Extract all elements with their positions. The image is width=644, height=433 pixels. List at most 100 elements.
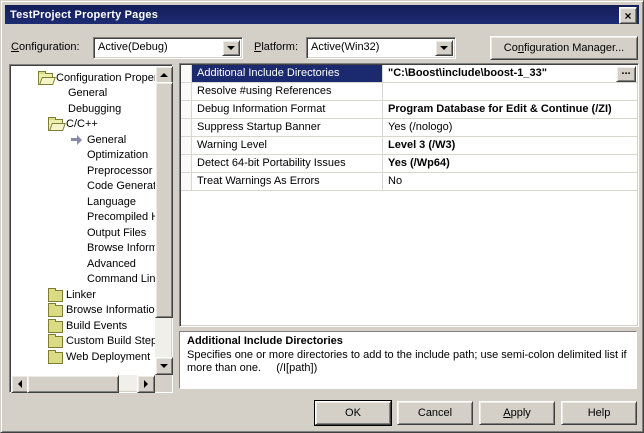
platform-select[interactable]: Active(Win32) (306, 37, 456, 59)
help-button[interactable]: Help (561, 401, 637, 425)
description-text: Specifies one or more directories to add… (187, 349, 629, 375)
scrollbar-corner (155, 375, 171, 391)
tree-item-general[interactable]: General (11, 86, 155, 102)
tree-item-browse-information[interactable]: Browse Information (11, 241, 155, 257)
property-grid: Additional Include Directories"C:\Boost\… (179, 63, 639, 327)
ok-button-label: OK (345, 407, 361, 419)
tree-item-command-line[interactable]: Command Line (11, 272, 155, 288)
platform-dropdown-button[interactable] (435, 40, 453, 56)
configuration-label: Configuration: (11, 41, 80, 53)
apply-button[interactable]: Apply (479, 401, 555, 425)
tree-item-optimization[interactable]: Optimization (11, 148, 155, 164)
tree-item-debugging[interactable]: Debugging (11, 101, 155, 117)
tree-item-c-c-[interactable]: C/C++ (11, 117, 155, 133)
property-value-cell[interactable] (383, 83, 637, 100)
folder-open-icon (38, 73, 53, 85)
property-value-cell[interactable]: Yes (/nologo) (383, 119, 637, 136)
tree-item-label: Build Events (66, 320, 127, 332)
tree-body: Configuration PropertiesGeneralDebugging… (11, 66, 155, 375)
tree-item-label: Debugging (68, 103, 121, 115)
property-row[interactable]: Treat Warnings As ErrorsNo (181, 173, 637, 191)
property-name-cell[interactable]: Detect 64-bit Portability Issues (192, 155, 383, 172)
close-button[interactable]: × (619, 7, 637, 24)
ok-button[interactable]: OK (315, 401, 391, 425)
vertical-scroll-thumb[interactable] (155, 82, 173, 318)
folder-closed-icon (48, 352, 63, 364)
configuration-manager-button[interactable]: Configuration Manager... (490, 36, 638, 60)
tree-item-label: C/C++ (66, 118, 98, 130)
property-name-cell[interactable]: Treat Warnings As Errors (192, 173, 383, 190)
folder-open-icon (48, 119, 63, 131)
config-manager-label-rest: figuration Manager... (524, 42, 624, 54)
tree-item-build-events[interactable]: Build Events (11, 318, 155, 334)
property-value-cell[interactable]: Program Database for Edit & Continue (/Z… (383, 101, 637, 118)
tree-item-browse-information[interactable]: Browse Information (11, 303, 155, 319)
configuration-label-accel: C (11, 41, 19, 53)
tree-item-language[interactable]: Language (11, 194, 155, 210)
title-bar[interactable]: TestProject Property Pages × (5, 5, 639, 24)
tree-item-label: Web Deployment (66, 351, 150, 363)
property-row[interactable]: Debug Information FormatProgram Database… (181, 101, 637, 119)
property-row[interactable]: Warning LevelLevel 3 (/W3) (181, 137, 637, 155)
category-tree-panel: Configuration PropertiesGeneralDebugging… (9, 64, 173, 393)
folder-closed-icon (48, 321, 63, 333)
configuration-select[interactable]: Active(Debug) (93, 37, 243, 59)
tree-item-general[interactable]: General (11, 132, 155, 148)
configuration-selected-value: Active(Debug) (98, 41, 222, 53)
window-title: TestProject Property Pages (5, 9, 158, 21)
scroll-right-button[interactable] (137, 375, 155, 393)
close-icon: × (624, 10, 631, 22)
property-value-cell[interactable]: "C:\Boost\include\boost-1_33" (383, 65, 637, 82)
property-name-cell[interactable]: Suppress Startup Banner (192, 119, 383, 136)
tree-item-custom-build-step[interactable]: Custom Build Step (11, 334, 155, 350)
apply-button-label: Apply (503, 407, 531, 419)
arrow-right-icon (144, 380, 148, 388)
tree-item-label: Browse Information (87, 242, 155, 254)
tree-item-label: General (87, 134, 126, 146)
chevron-down-icon (440, 46, 448, 50)
tree-item-label: Preprocessor (87, 165, 152, 177)
property-value-cell[interactable]: No (383, 173, 637, 190)
configuration-dropdown-button[interactable] (222, 40, 240, 56)
description-panel: Additional Include Directories Specifies… (179, 331, 637, 389)
property-name-cell[interactable]: Debug Information Format (192, 101, 383, 118)
folder-closed-icon (48, 305, 63, 317)
tree-item-code-generation[interactable]: Code Generation (11, 179, 155, 195)
property-value-cell[interactable]: Level 3 (/W3) (383, 137, 637, 154)
row-margin (181, 155, 192, 172)
tree-item-precompiled-headers[interactable]: Precompiled Headers (11, 210, 155, 226)
description-title: Additional Include Directories (187, 335, 629, 347)
tree-horizontal-scrollbar[interactable] (11, 375, 155, 391)
tree-item-linker[interactable]: Linker (11, 287, 155, 303)
tree-item-label: Browse Information (66, 304, 155, 316)
property-name-cell[interactable]: Warning Level (192, 137, 383, 154)
property-pages-dialog: TestProject Property Pages × Configurati… (0, 0, 644, 433)
cancel-button[interactable]: Cancel (397, 401, 473, 425)
tree-item-label: Language (87, 196, 136, 208)
ellipsis-button[interactable]: ... (616, 66, 636, 82)
property-name-cell[interactable]: Additional Include Directories (192, 65, 383, 82)
tree-item-label: General (68, 87, 107, 99)
help-button-label: Help (588, 407, 611, 419)
property-name-cell[interactable]: Resolve #using References (192, 83, 383, 100)
tree-item-configuration-properties[interactable]: Configuration Properties (11, 70, 155, 86)
tree-item-advanced[interactable]: Advanced (11, 256, 155, 272)
row-margin (181, 119, 192, 136)
cancel-button-label: Cancel (418, 407, 452, 419)
property-row[interactable]: Additional Include Directories"C:\Boost\… (181, 65, 637, 83)
row-margin (181, 83, 192, 100)
arrow-left-icon (18, 380, 22, 388)
tree-item-web-deployment[interactable]: Web Deployment (11, 349, 155, 365)
property-row[interactable]: Detect 64-bit Portability IssuesYes (/Wp… (181, 155, 637, 173)
property-row[interactable]: Suppress Startup BannerYes (/nologo) (181, 119, 637, 137)
apply-accel: A (503, 407, 510, 419)
property-row[interactable]: Resolve #using References (181, 83, 637, 101)
property-value-cell[interactable]: Yes (/Wp64) (383, 155, 637, 172)
horizontal-scroll-thumb[interactable] (27, 375, 119, 393)
apply-rest: pply (511, 407, 531, 419)
tree-item-output-files[interactable]: Output Files (11, 225, 155, 241)
tree-item-preprocessor[interactable]: Preprocessor (11, 163, 155, 179)
scroll-down-button[interactable] (155, 357, 173, 375)
tree-vertical-scrollbar[interactable] (155, 66, 171, 375)
row-margin (181, 137, 192, 154)
